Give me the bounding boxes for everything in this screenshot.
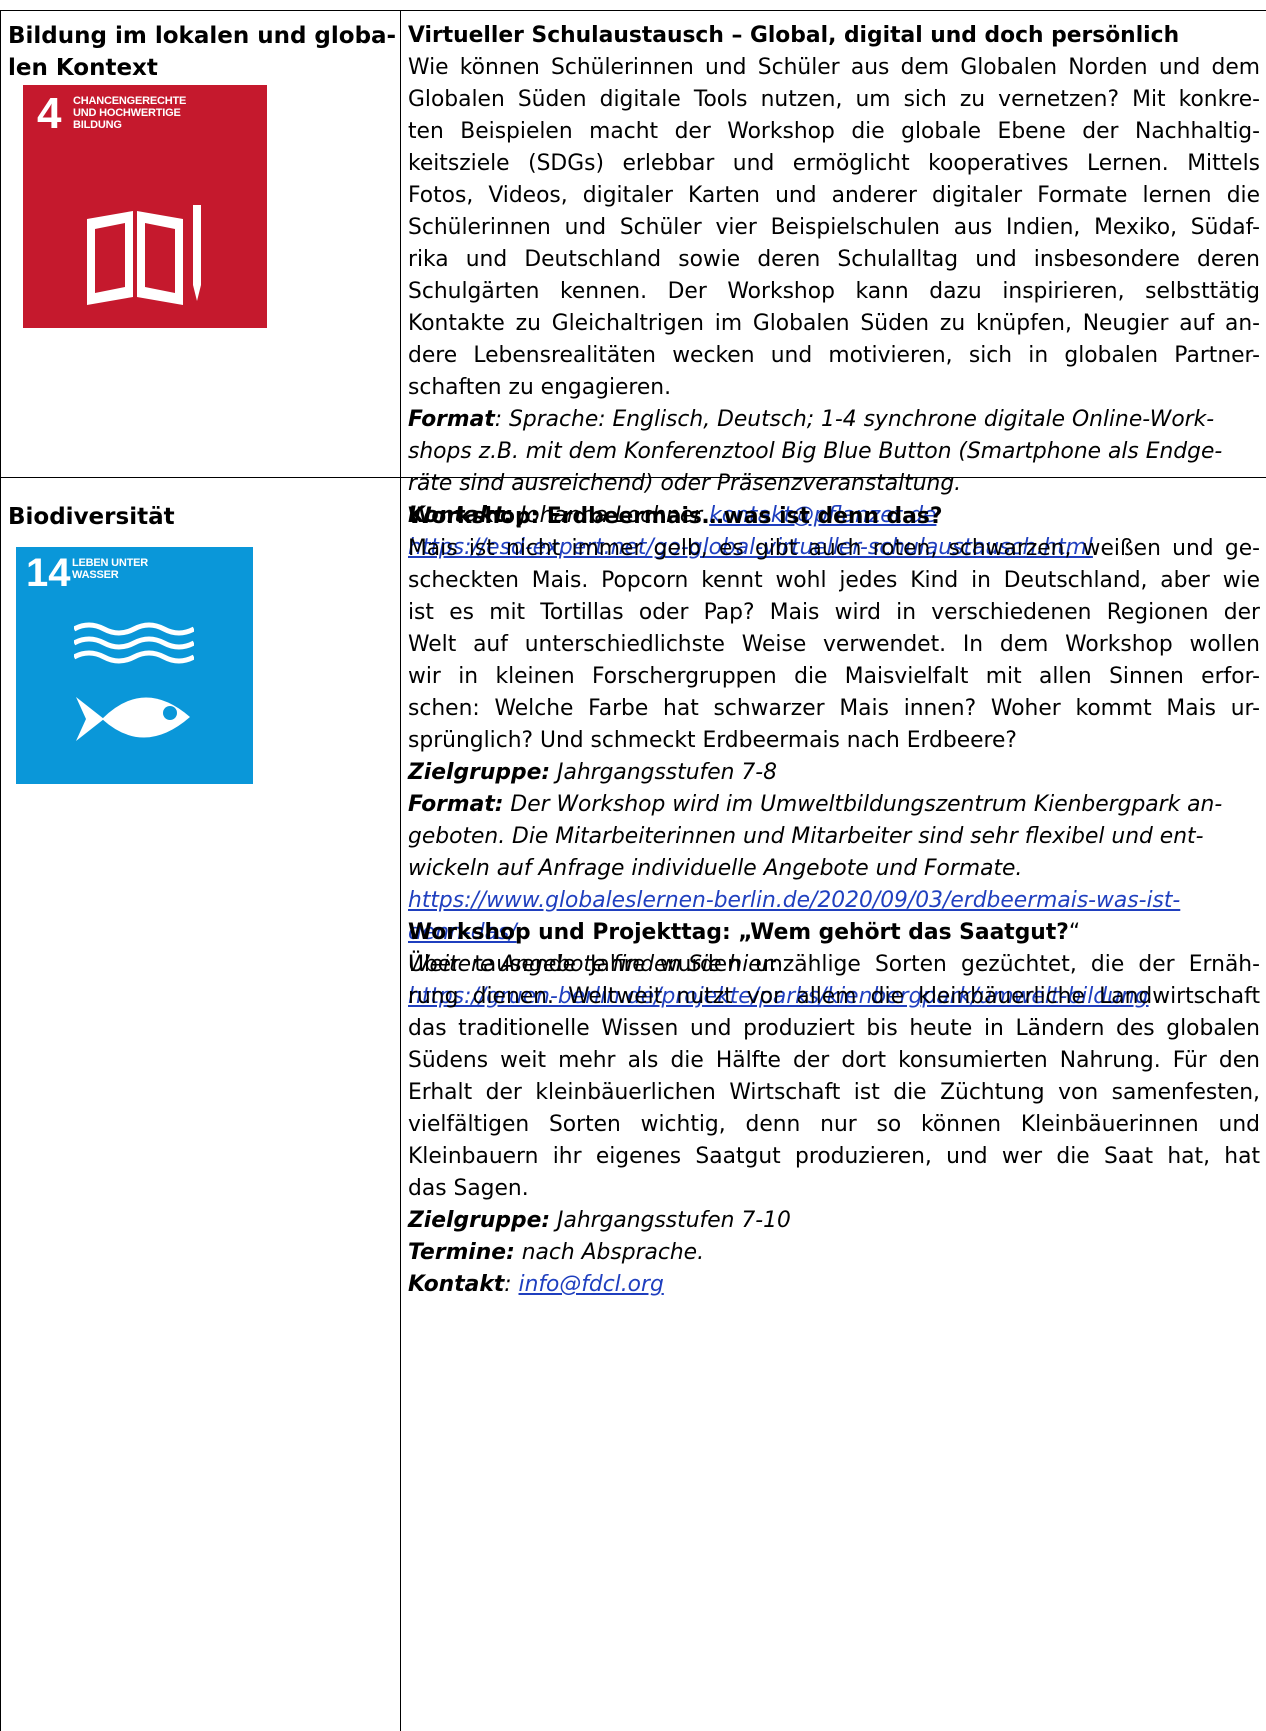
- body-line: keitsziele (SDGs) erlebbar und ermöglich…: [408, 151, 1260, 176]
- category-cell: Biodiversität: [8, 501, 393, 533]
- body-line: ten Beispielen macht der Workshop die gl…: [408, 119, 1260, 144]
- body-line: Kleinbauern ihr eigenes Saatgut produzie…: [408, 1144, 1260, 1169]
- format-line: geboten. Die Mitarbeiterinnen und Mitarb…: [408, 824, 1204, 849]
- format-line: räte sind ausreichend) oder Präsenzveran…: [408, 471, 962, 496]
- entry-title: Workshop: Erdbeermais…was ist denn das?: [408, 504, 943, 529]
- format-line: shops z.B. mit dem Konferenztool Big Blu…: [408, 439, 1223, 464]
- contact-email-link[interactable]: info@fdcl.org: [519, 1272, 664, 1297]
- entry-saatgut: Workshop und Projekttag: „Wem gehört das…: [408, 917, 1260, 1301]
- contact-colon: :: [504, 1272, 519, 1297]
- body-line: rika und Deutschland sowie deren Schulal…: [408, 247, 1260, 272]
- sdg-number: 4: [37, 89, 62, 138]
- body-line: dere Lebensrealitäten wecken und motivie…: [408, 343, 1260, 368]
- entry-title-main: Workshop und Projekttag: „Wem gehört das…: [408, 920, 1069, 945]
- sdg-14-badge: 14 LEBEN UNTER WASSER: [16, 547, 253, 784]
- target-line: Zielgruppe: Jahrgangsstufen 7-8: [408, 757, 1260, 789]
- dates-line: Termine: nach Absprache.: [408, 1237, 1260, 1269]
- sdg-title-line: UND HOCHWERTIGE: [73, 107, 181, 119]
- category-label: Biodiversität: [8, 504, 175, 530]
- sdg-number: 14: [26, 551, 71, 595]
- target-label: Zielgruppe:: [408, 1208, 551, 1233]
- sdg-title-line: WASSER: [72, 569, 119, 581]
- target-label: Zielgruppe:: [408, 760, 551, 785]
- body-line: Schülerinnen und Schüler vier Beispielsc…: [408, 215, 1260, 240]
- category-cell: Bildung im lokalen und globa- len Kontex…: [8, 20, 397, 84]
- body-line: vielfältigen Sorten wichtig, denn nur so…: [408, 1112, 1260, 1137]
- sdg-title: CHANCENGERECHTE UND HOCHWERTIGE BILDUNG: [73, 95, 186, 131]
- body-line: Welt auf unterschiedlichste Weise verwen…: [408, 632, 1260, 657]
- format-line: Format: Sprache: Englisch, Deutsch; 1-4 …: [408, 404, 1260, 436]
- book-pencil-icon: [87, 205, 201, 305]
- format-label: Format:: [408, 792, 504, 817]
- target-value: Jahrgangsstufen 7-10: [550, 1208, 791, 1233]
- body-line: schaften zu engagieren.: [408, 375, 672, 400]
- body-line: Südens weit mehr als die Hälfte der dort…: [408, 1048, 1260, 1073]
- body-line: Fotos, Videos, digitaler Karten und ande…: [408, 183, 1260, 208]
- sdg-title-line: LEBEN UNTER: [72, 557, 149, 569]
- column-divider: [400, 10, 401, 1731]
- entry-virtual-exchange: Virtueller Schulaustausch – Global, digi…: [408, 20, 1260, 564]
- target-line: Zielgruppe: Jahrgangsstufen 7-10: [408, 1205, 1260, 1237]
- contact-line: Kontakt: info@fdcl.org: [408, 1269, 1260, 1301]
- sdg-title-line: BILDUNG: [73, 119, 122, 131]
- dates-value: nach Absprache.: [514, 1240, 705, 1265]
- sdg-title: LEBEN UNTER WASSER: [72, 557, 148, 581]
- format-line: Format: Der Workshop wird im Umweltbildu…: [408, 789, 1260, 821]
- project-url-link[interactable]: https://www.globaleslernen-berlin.de/202…: [408, 888, 1180, 913]
- body-line: Mais ist nicht immer gelb, es gibt auch …: [408, 536, 1260, 561]
- body-line: sprünglich? Und schmeckt Erdbeermais nac…: [408, 728, 1017, 753]
- body-line: schen: Welche Farbe hat schwarzer Mais i…: [408, 696, 1260, 721]
- body-line: Kontakte zu Gleichaltrigen im Globalen S…: [408, 311, 1260, 336]
- entry-title: Workshop und Projekttag: „Wem gehört das…: [408, 917, 1260, 949]
- format-colon: :: [494, 407, 510, 432]
- body-line: Schulgärten kennen. Der Workshop kann da…: [408, 279, 1260, 304]
- category-label: len Kontext: [8, 55, 158, 81]
- body-line: das Sagen.: [408, 1176, 529, 1201]
- target-value: Jahrgangsstufen 7-8: [550, 760, 777, 785]
- body-line: ist es mit Tortillas oder Pap? Mais wird…: [408, 600, 1260, 625]
- body-line: Wie können Schülerinnen und Schüler aus …: [408, 55, 1260, 80]
- sdg-4-badge: 4 CHANCENGERECHTE UND HOCHWERTIGE BILDUN…: [23, 85, 267, 328]
- body-line: scheckten Mais. Popcorn kennt wohl jedes…: [408, 568, 1260, 593]
- body-line: rung dienen. Weltweit nutzt vor allem di…: [408, 984, 1260, 1009]
- entry-title-end: “: [1068, 920, 1081, 945]
- format-text: Der Workshop wird im Umweltbildungszentr…: [503, 792, 1223, 817]
- contact-label: Kontakt: [408, 1272, 505, 1297]
- url-line: https://www.globaleslernen-berlin.de/202…: [408, 885, 1260, 917]
- body-line: wir in kleinen Forschergruppen die Maisv…: [408, 664, 1260, 689]
- body-line: Erhalt der kleinbäuerlichen Wirtschaft i…: [408, 1080, 1260, 1105]
- fish-waves-icon: [74, 622, 194, 741]
- entry-title: Virtueller Schulaustausch – Global, digi…: [408, 23, 1180, 48]
- column-divider: [0, 10, 1, 1731]
- category-label: Bildung im lokalen und globa-: [8, 23, 397, 49]
- sdg-title-line: CHANCENGERECHTE: [73, 95, 187, 107]
- format-text: Sprache: Englisch, Deutsch; 1-4 synchron…: [509, 407, 1215, 432]
- format-label: Format: [408, 407, 495, 432]
- body-line: das traditionelle Wissen und produziert …: [408, 1016, 1260, 1041]
- format-line: wickeln auf Anfrage individuelle Angebot…: [408, 856, 1023, 881]
- body-line: Globalen Süden digitale Tools nutzen, um…: [408, 87, 1260, 112]
- dates-label: Termine:: [408, 1240, 515, 1265]
- body-line: Über tausende Jahre wurden unzählige Sor…: [408, 952, 1260, 977]
